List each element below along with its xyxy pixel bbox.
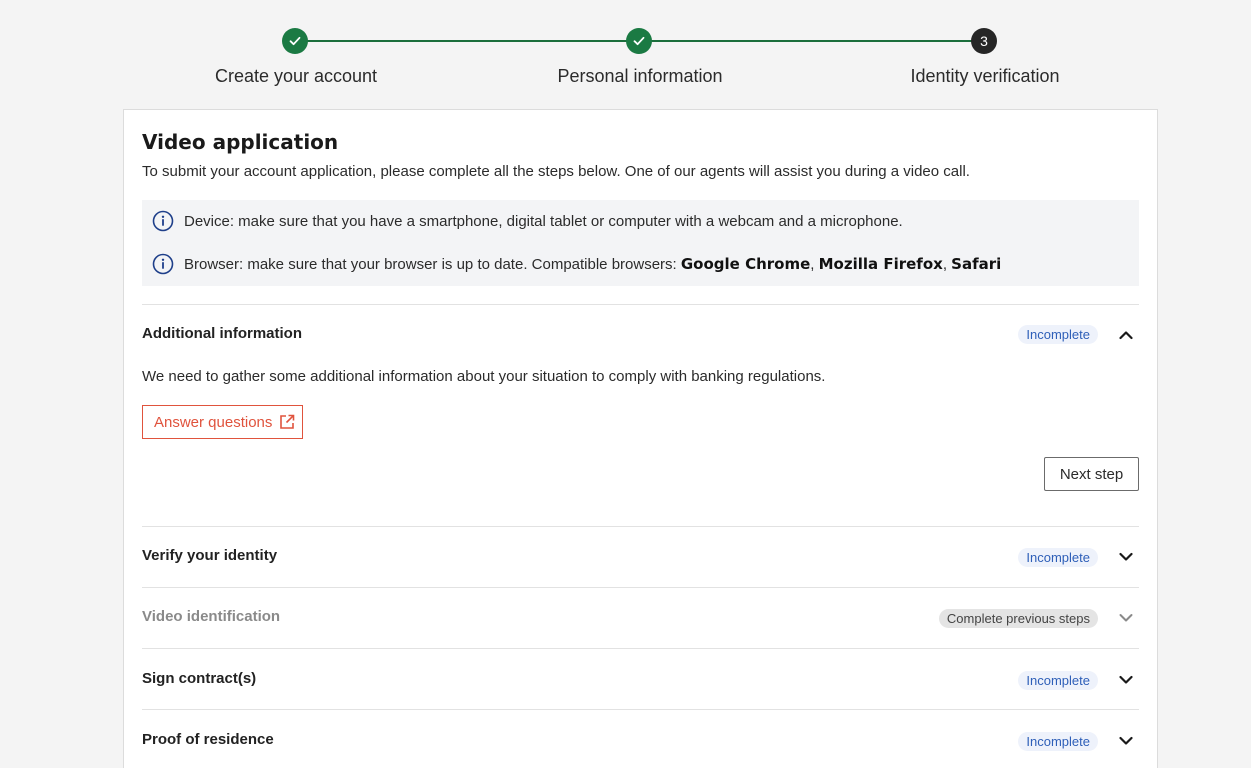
- step-1-check-icon: [282, 28, 308, 54]
- section-video-identification: Video identification Complete previous s…: [142, 587, 1139, 648]
- section-title[interactable]: Verify your identity: [142, 547, 277, 564]
- section-description: We need to gather some additional inform…: [142, 368, 826, 385]
- section-title[interactable]: Proof of residence: [142, 731, 274, 748]
- step-2-label: Personal information: [557, 66, 723, 86]
- answer-questions-button[interactable]: Answer questions: [142, 405, 303, 439]
- status-badge: Complete previous steps: [938, 609, 1098, 628]
- page-subtitle: To submit your account application, plea…: [142, 163, 970, 180]
- step-1-label: Create your account: [214, 66, 378, 86]
- device-info: Device: make sure that you have a smartp…: [152, 210, 903, 232]
- page-title: Video application: [142, 130, 339, 154]
- browser-separator: ,: [810, 255, 819, 273]
- section-verify-identity[interactable]: Verify your identity Incomplete: [142, 526, 1139, 587]
- section-additional-information: Additional information Incomplete We nee…: [142, 304, 1139, 526]
- progress-stepper: 3 Create your account Personal informati…: [0, 0, 1251, 110]
- step-2-check-icon: [626, 28, 652, 54]
- requirements-info-box: Device: make sure that you have a smartp…: [142, 200, 1139, 286]
- info-icon: [152, 253, 174, 275]
- section-sign-contracts[interactable]: Sign contract(s) Incomplete: [142, 648, 1139, 709]
- section-title[interactable]: Sign contract(s): [142, 670, 256, 687]
- browser-info: Browser: make sure that your browser is …: [152, 253, 1001, 275]
- next-step-button[interactable]: Next step: [1044, 457, 1139, 491]
- chevron-down-icon[interactable]: [1118, 672, 1134, 688]
- info-icon: [152, 210, 174, 232]
- answer-questions-label: Answer questions: [154, 413, 273, 431]
- section-proof-of-residence[interactable]: Proof of residence Incomplete: [142, 709, 1139, 768]
- browser-safari: Safari: [951, 255, 1002, 273]
- section-title: Video identification: [142, 608, 281, 625]
- browser-firefox: Mozilla Firefox: [818, 255, 943, 273]
- video-application-card: Video application To submit your account…: [123, 109, 1158, 768]
- status-badge: Incomplete: [1018, 325, 1098, 344]
- status-badge: Incomplete: [1018, 732, 1098, 751]
- chevron-down-icon: [1118, 610, 1134, 626]
- chevron-up-icon[interactable]: [1118, 327, 1134, 343]
- section-title[interactable]: Additional information: [142, 325, 302, 342]
- step-connector: [640, 40, 984, 42]
- browser-separator: ,: [942, 255, 952, 273]
- chevron-down-icon[interactable]: [1118, 733, 1134, 749]
- step-connector: [296, 40, 640, 42]
- step-3-number: 3: [971, 28, 997, 54]
- status-badge: Incomplete: [1018, 671, 1098, 690]
- external-link-icon: [279, 414, 295, 430]
- status-badge: Incomplete: [1018, 548, 1098, 567]
- chevron-down-icon[interactable]: [1118, 549, 1134, 565]
- browser-chrome: Google Chrome: [680, 255, 811, 273]
- device-info-text: Device: make sure that you have a smartp…: [184, 212, 903, 230]
- browser-info-text: Browser: make sure that your browser is …: [184, 255, 681, 273]
- step-3-label: Identity verification: [910, 66, 1060, 86]
